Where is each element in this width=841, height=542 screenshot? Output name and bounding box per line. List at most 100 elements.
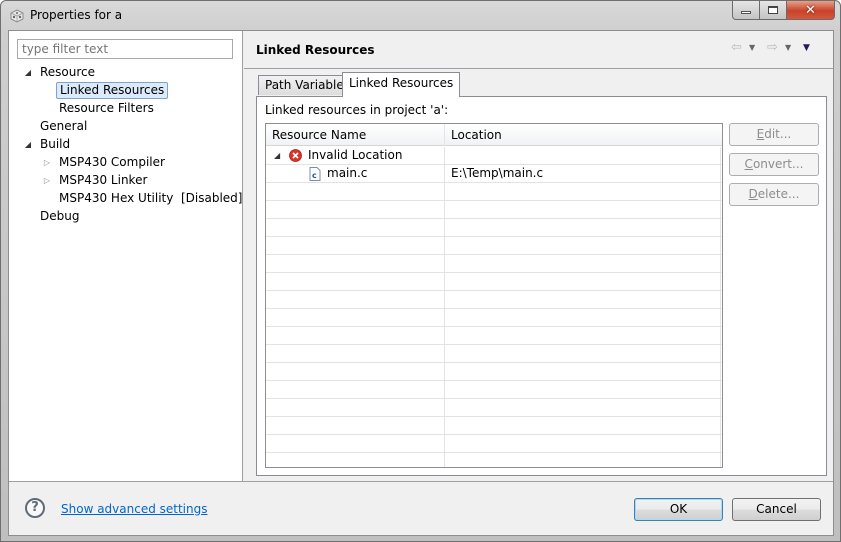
- empty-cell: [445, 417, 721, 434]
- empty-cell: [266, 237, 445, 254]
- cancel-button[interactable]: Cancel: [732, 498, 821, 521]
- table-row-empty[interactable]: [266, 255, 722, 273]
- linked-resources-table[interactable]: Resource Name Location ◢ Invalid Locatio…: [265, 123, 723, 468]
- tree-item-label: Debug: [40, 209, 80, 223]
- column-header-location[interactable]: Location: [445, 124, 722, 146]
- empty-cell: [266, 309, 445, 326]
- error-icon: [289, 149, 302, 162]
- help-icon[interactable]: ?: [25, 498, 45, 518]
- table-row-empty[interactable]: [266, 399, 722, 417]
- filter-input[interactable]: [17, 39, 233, 59]
- expanded-triangle-icon[interactable]: ◢: [23, 136, 33, 153]
- empty-cell: [266, 327, 445, 344]
- property-page: Linked Resources ⇦ ▼ ⇨ ▼ ▼ Path Variable…: [244, 31, 833, 481]
- close-button[interactable]: ✕: [787, 1, 835, 20]
- title-bar: Properties for a ✕: [1, 1, 840, 31]
- preference-tree-pane: ◢ Resource Linked Resources Resource Fil…: [9, 31, 243, 481]
- empty-cell: [445, 201, 721, 218]
- properties-dialog: Properties for a ✕ ◢ Resource Link: [0, 0, 841, 542]
- empty-cell: [266, 435, 445, 452]
- tree-item-label: Resource Filters: [59, 101, 154, 115]
- forward-dropdown-icon[interactable]: ▼: [785, 40, 791, 56]
- resource-location: E:\Temp\main.c: [445, 165, 721, 182]
- empty-cell: [445, 381, 721, 398]
- empty-cell: [445, 435, 721, 452]
- empty-cell: [445, 291, 721, 308]
- forward-arrow-icon[interactable]: ⇨: [767, 40, 778, 56]
- empty-cell: [266, 345, 445, 362]
- table-row-empty[interactable]: [266, 183, 722, 201]
- tree-item-label: Resource: [40, 65, 96, 79]
- svg-text:c: c: [312, 171, 317, 180]
- column-header-resource-name[interactable]: Resource Name: [266, 124, 445, 146]
- back-arrow-icon[interactable]: ⇦: [731, 40, 742, 56]
- empty-cell: [445, 363, 721, 380]
- ok-button[interactable]: OK: [634, 498, 723, 521]
- empty-cell: [266, 381, 445, 398]
- empty-cell: [445, 237, 721, 254]
- minimize-icon: [741, 11, 751, 14]
- maximize-icon: [768, 6, 778, 14]
- empty-cell: [445, 255, 721, 272]
- back-dropdown-icon[interactable]: ▼: [749, 40, 755, 56]
- empty-cell: [266, 201, 445, 218]
- close-icon: ✕: [805, 2, 816, 18]
- empty-cell: [445, 345, 721, 362]
- empty-cell: [266, 399, 445, 416]
- resource-name: Invalid Location: [308, 148, 403, 162]
- table-row-empty[interactable]: [266, 453, 722, 467]
- maximize-button[interactable]: [760, 1, 787, 20]
- empty-cell: [266, 183, 445, 200]
- tree-item-label: Linked Resources: [56, 82, 169, 99]
- table-row-empty[interactable]: [266, 345, 722, 363]
- table-row-empty[interactable]: [266, 291, 722, 309]
- empty-cell: [266, 219, 445, 236]
- page-title: Linked Resources: [256, 43, 375, 57]
- tab-linked-resources[interactable]: Linked Resources: [342, 72, 461, 97]
- collapsed-triangle-icon[interactable]: ▷: [42, 172, 52, 189]
- table-row-empty[interactable]: [266, 201, 722, 219]
- table-row-empty[interactable]: [266, 363, 722, 381]
- expanded-triangle-icon[interactable]: ◢: [23, 64, 33, 81]
- empty-cell: [266, 417, 445, 434]
- empty-cell: [266, 273, 445, 290]
- tree-item-label: General: [40, 119, 88, 133]
- table-row-empty[interactable]: [266, 417, 722, 435]
- table-row-empty[interactable]: [266, 237, 722, 255]
- expanded-triangle-icon[interactable]: ◢: [274, 147, 280, 164]
- table-row-empty[interactable]: [266, 273, 722, 291]
- empty-cell: [266, 363, 445, 380]
- table-row[interactable]: c main.c E:\Temp\main.c: [266, 165, 722, 183]
- page-navigation: ⇦ ▼ ⇨ ▼ ▼: [727, 40, 827, 56]
- empty-cell: [445, 327, 721, 344]
- empty-cell: [266, 255, 445, 272]
- table-header: Resource Name Location: [266, 124, 722, 146]
- empty-cell: [445, 183, 721, 200]
- collapsed-triangle-icon[interactable]: ▷: [42, 154, 52, 171]
- title-separator: [244, 68, 833, 69]
- minimize-button[interactable]: [732, 1, 760, 20]
- show-advanced-settings-link[interactable]: Show advanced settings: [61, 502, 208, 516]
- table-row-empty[interactable]: [266, 381, 722, 399]
- table-row[interactable]: ◢ Invalid Location: [266, 147, 722, 165]
- table-row-empty[interactable]: [266, 435, 722, 453]
- empty-cell: [445, 273, 721, 290]
- tree-item-label: MSP430 Compiler: [59, 155, 165, 169]
- empty-cell: [266, 291, 445, 308]
- tree-item-label: MSP430 Linker: [59, 173, 148, 187]
- convert-button[interactable]: Convert...: [729, 153, 819, 176]
- view-menu-icon[interactable]: ▼: [803, 40, 810, 56]
- table-row-empty[interactable]: [266, 219, 722, 237]
- empty-cell: [266, 453, 445, 467]
- tab-content: Linked resources in project 'a': Resourc…: [256, 96, 827, 476]
- edit-button[interactable]: Edit...: [729, 123, 819, 146]
- c-file-icon: c: [309, 167, 321, 181]
- window-title: Properties for a: [30, 8, 123, 22]
- gear-cube-icon: [10, 9, 24, 23]
- resource-name: main.c: [327, 166, 368, 180]
- table-caption: Linked resources in project 'a':: [265, 103, 449, 117]
- table-row-empty[interactable]: [266, 327, 722, 345]
- empty-cell: [445, 399, 721, 416]
- delete-button[interactable]: Delete...: [729, 183, 819, 206]
- table-row-empty[interactable]: [266, 309, 722, 327]
